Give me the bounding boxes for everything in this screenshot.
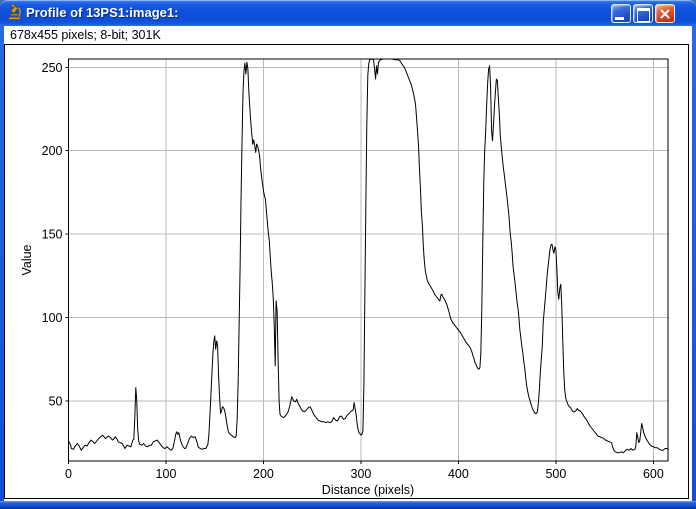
y-tick-label: 200 [42,144,63,158]
window-title: Profile of 13PS1:image1: [26,0,178,26]
y-tick-label: 50 [49,394,63,408]
window-bottom-border[interactable] [0,501,696,509]
y-tick-label: 100 [42,311,63,325]
y-axis-label: Value [20,244,34,275]
x-tick-label: 0 [65,467,72,481]
close-button[interactable] [655,4,675,23]
y-tick-label: 250 [42,61,63,75]
x-tick-label: 300 [351,467,372,481]
x-axis-label: Distance (pixels) [322,483,414,497]
x-tick-label: 100 [156,467,177,481]
maximize-button[interactable] [633,4,653,23]
title-bar[interactable]: Profile of 13PS1:image1: [0,0,696,26]
profile-chart: 0 100 200 300 400 500 600 50 100 150 200 250 Distan… [5,45,688,498]
image-info-status: 678x455 pixels; 8-bit; 301K [10,28,161,43]
minimize-button[interactable] [611,4,631,23]
window-client-area: 678x455 pixels; 8-bit; 301K 0 100 200 300 40… [4,26,692,501]
x-tick-label: 600 [643,467,664,481]
imagej-microscope-icon [6,4,23,21]
profile-line [69,59,669,453]
y-tick-label: 150 [42,228,63,242]
x-tick-label: 200 [253,467,274,481]
profile-plot-window: Profile of 13PS1:image1: 678x455 pixels;… [0,0,696,509]
plot-canvas[interactable]: 0 100 200 300 400 500 600 50 100 150 200 250 Distan… [4,44,689,499]
x-tick-label: 400 [448,467,469,481]
grid-lines [69,59,669,461]
x-tick-label: 500 [545,467,566,481]
